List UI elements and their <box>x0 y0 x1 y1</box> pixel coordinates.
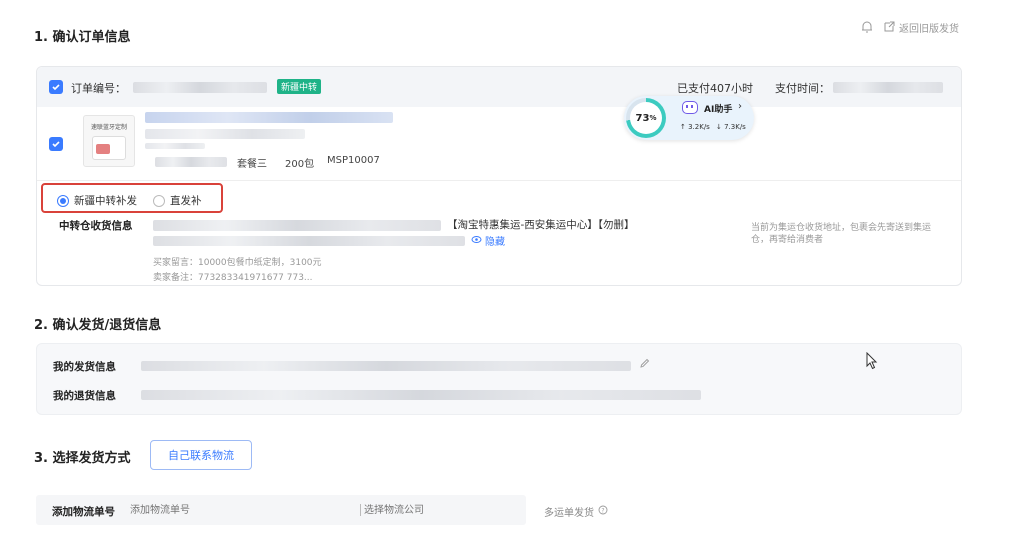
hide-label: 隐藏 <box>485 237 505 248</box>
mouse-cursor-icon <box>866 351 880 373</box>
radio-on-icon <box>57 194 69 207</box>
transit-address-line1 <box>153 220 441 231</box>
hide-toggle[interactable]: 隐藏 <box>471 233 505 248</box>
ai-down-value: 7.3K/s <box>724 123 746 131</box>
ai-robot-icon <box>682 101 698 114</box>
bell-icon[interactable] <box>860 20 874 34</box>
radio-transit-label: 新疆中转补发 <box>74 195 137 207</box>
address-card: 我的发货信息 我的退货信息 <box>36 343 962 415</box>
order-divider <box>37 180 961 181</box>
transit-hint: 当前为集运仓收货地址，包裹会先寄送到集运仓，再寄给消费者 <box>751 223 932 245</box>
paid-status: 已支付407小时 <box>677 82 753 95</box>
section-title-order: 1. 确认订单信息 <box>34 30 131 45</box>
ship-address-label: 我的发货信息 <box>53 361 116 373</box>
seller-note: 卖家备注：773283341971677 773... <box>153 273 313 283</box>
radio-transit-reissue[interactable]: 新疆中转补发 <box>57 193 137 208</box>
multi-waybill-label: 多运单发货 <box>544 508 594 519</box>
product-title[interactable] <box>145 112 393 123</box>
section-title-shipping: 2. 确认发货/退货信息 <box>34 318 162 333</box>
ai-percent: 73 <box>635 112 650 124</box>
transit-warehouse: 【淘宝特惠集运-西安集运中心】【勿删】 <box>447 219 635 231</box>
svg-text:?: ? <box>601 507 604 514</box>
ai-up-value: 3.2K/s <box>688 123 710 131</box>
ai-assistant-widget[interactable]: 73% AI助手 › ↑ 3.2K/s ↓ 7.3K/s <box>624 96 754 140</box>
external-link-icon <box>884 21 895 35</box>
product-thumbnail[interactable]: 速联蓝牙定制 <box>83 115 135 167</box>
help-icon: ? <box>598 505 608 518</box>
radio-off-icon <box>153 194 165 207</box>
radio-direct-label: 直发补 <box>170 195 202 207</box>
pay-time-value <box>833 82 943 93</box>
multi-waybill-link[interactable]: 多运单发货 ? <box>544 504 608 519</box>
order-checkbox[interactable] <box>49 80 63 94</box>
section-title-method: 3. 选择发货方式 <box>34 451 131 466</box>
product-title-line2 <box>145 129 305 139</box>
transit-label: 中转仓收货信息 <box>59 220 133 232</box>
product-variant: 套餐三 <box>237 159 267 170</box>
logistics-label: 添加物流单号 <box>52 506 115 518</box>
ai-up-speed: ↑ 3.2K/s <box>680 123 710 131</box>
tracking-number-input[interactable] <box>130 500 354 520</box>
chevron-right-icon: › <box>738 101 742 112</box>
ai-percent-unit: % <box>649 114 657 122</box>
back-to-old-version-link[interactable]: 返回旧版发货 <box>884 20 959 35</box>
return-address-label: 我的退货信息 <box>53 390 116 402</box>
order-no-value <box>133 82 267 93</box>
product-sku: MSP10007 <box>327 155 380 166</box>
transit-address-line2 <box>153 236 465 246</box>
ai-down-speed: ↓ 7.3K/s <box>716 123 746 131</box>
ship-address-value <box>141 361 631 371</box>
back-label: 返回旧版发货 <box>899 24 959 35</box>
product-spec-color <box>155 157 227 167</box>
pay-time-label: 支付时间： <box>775 82 830 95</box>
thumb-caption: 速联蓝牙定制 <box>90 124 127 131</box>
order-card: 订单编号： 新疆中转 已支付407小时 支付时间： 速联蓝牙定制 套餐三 200… <box>36 66 962 286</box>
product-title-line3 <box>145 143 205 149</box>
ai-label: AI助手 <box>704 105 733 115</box>
logistics-company-select[interactable] <box>364 500 514 520</box>
product-quantity: 200包 <box>285 159 315 170</box>
product-checkbox[interactable] <box>49 137 63 151</box>
edit-icon[interactable] <box>639 358 650 372</box>
self-logistics-button[interactable]: 自己联系物流 <box>150 440 252 470</box>
ai-progress-ring: 73% <box>626 98 666 138</box>
eye-icon <box>471 234 482 248</box>
radio-direct-reissue[interactable]: 直发补 <box>153 193 202 208</box>
transit-tag: 新疆中转 <box>277 79 322 94</box>
input-divider <box>360 504 361 516</box>
order-no-label: 订单编号： <box>71 82 126 95</box>
return-address-value <box>141 390 701 400</box>
buyer-note: 买家留言：10000包餐巾纸定制，3100元 <box>153 258 322 268</box>
